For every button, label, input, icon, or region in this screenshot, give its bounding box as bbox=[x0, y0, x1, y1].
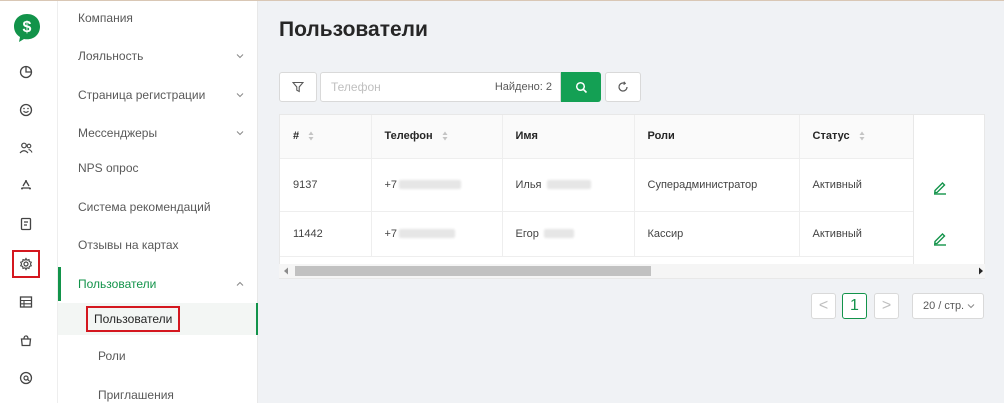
table-icon[interactable] bbox=[17, 293, 35, 311]
cell-status: Активный bbox=[799, 158, 914, 212]
cell-phone: +7 bbox=[371, 211, 503, 257]
table-row: 9137 +7 Илья Суперадминистратор Активный bbox=[280, 158, 914, 212]
filter-button[interactable] bbox=[279, 72, 317, 102]
next-page-button[interactable]: > bbox=[874, 293, 899, 319]
column-header-phone[interactable]: Телефон bbox=[371, 115, 503, 159]
gear-icon[interactable] bbox=[12, 250, 40, 278]
redacted-surname bbox=[543, 229, 574, 239]
menu-item-label: Система рекомендаций bbox=[78, 200, 211, 214]
column-header-id[interactable]: # bbox=[280, 115, 372, 159]
submenu-item-label: Роли bbox=[98, 349, 126, 363]
reset-button[interactable] bbox=[605, 72, 641, 102]
edit-icon[interactable] bbox=[932, 230, 948, 246]
cell-role: Суперадминистратор bbox=[634, 158, 800, 212]
filter-icon bbox=[292, 81, 304, 93]
menu-item-label: NPS опрос bbox=[78, 161, 139, 175]
menu-item-messengers[interactable]: Мессенджеры bbox=[58, 116, 258, 150]
at-icon[interactable] bbox=[17, 369, 35, 387]
cell-name: Егор bbox=[502, 211, 635, 257]
phone-search-box: Найдено: 2 bbox=[320, 72, 561, 102]
cell-phone: +7 bbox=[371, 158, 503, 212]
chevron-down-icon bbox=[236, 131, 244, 136]
search-icon bbox=[575, 81, 587, 93]
scrollbar-thumb[interactable] bbox=[295, 266, 651, 276]
menu-item-loyalty[interactable]: Лояльность bbox=[58, 39, 258, 73]
submenu-item-label: Пользователи bbox=[86, 306, 181, 332]
recycle-icon[interactable] bbox=[17, 177, 35, 195]
main-content: Пользователи Найдено: 2 # Телефон Имя bbox=[258, 1, 1004, 403]
page-size-select[interactable]: 20 / стр. bbox=[912, 293, 984, 319]
scroll-right-icon[interactable] bbox=[978, 267, 984, 275]
users-table: # Телефон Имя Роли Статус 9137 +7 Илья С… bbox=[279, 114, 985, 279]
table-row: 11442 +7 Егор Кассир Активный bbox=[280, 211, 914, 257]
menu-item-label: Пользователи bbox=[78, 277, 157, 291]
redacted-surname bbox=[546, 180, 591, 190]
sort-icon bbox=[308, 131, 314, 141]
horizontal-scrollbar[interactable] bbox=[279, 264, 985, 278]
cell-id: 11442 bbox=[280, 211, 372, 257]
submenu-item-users[interactable]: Пользователи bbox=[58, 303, 258, 335]
menu-item-users[interactable]: Пользователи bbox=[58, 267, 258, 301]
sort-icon bbox=[859, 131, 865, 141]
chevron-up-icon bbox=[236, 281, 244, 286]
menu-item-label: Отзывы на картах bbox=[78, 238, 179, 252]
bag-icon[interactable] bbox=[17, 331, 35, 349]
cell-name: Илья bbox=[502, 158, 635, 212]
submenu-item-invitations[interactable]: Приглашения bbox=[58, 379, 258, 403]
sort-icon bbox=[442, 131, 448, 141]
chevron-down-icon bbox=[236, 54, 244, 59]
column-header-name: Имя bbox=[502, 115, 635, 159]
chart-pie-icon[interactable] bbox=[17, 63, 35, 81]
actions-column bbox=[913, 115, 985, 278]
cell-role: Кассир bbox=[634, 211, 800, 257]
table-header-row: # Телефон Имя Роли Статус bbox=[280, 115, 914, 159]
cell-id: 9137 bbox=[280, 158, 372, 212]
edit-icon[interactable] bbox=[932, 179, 948, 195]
chevron-down-icon bbox=[967, 304, 975, 309]
app-logo[interactable]: $ bbox=[13, 13, 41, 43]
page-size-value: 20 / стр. bbox=[923, 300, 965, 312]
submenu-item-label: Приглашения bbox=[98, 388, 174, 402]
scroll-left-icon[interactable] bbox=[283, 267, 289, 275]
menu-item-recommendations[interactable]: Система рекомендаций bbox=[58, 190, 258, 224]
column-header-roles: Роли bbox=[634, 115, 800, 159]
menu-item-label: Страница регистрации bbox=[78, 88, 206, 102]
svg-text:$: $ bbox=[23, 19, 32, 36]
redacted-phone bbox=[399, 180, 462, 190]
sidebar-menu: Компания Лояльность Страница регистрации… bbox=[58, 1, 258, 403]
cell-status: Активный bbox=[799, 211, 914, 257]
users-icon[interactable] bbox=[17, 139, 35, 157]
menu-item-label: Компания bbox=[78, 11, 133, 25]
redacted-phone bbox=[399, 229, 456, 239]
found-count: Найдено: 2 bbox=[494, 81, 552, 93]
phone-search-input[interactable] bbox=[321, 80, 481, 94]
icon-rail: $ bbox=[0, 1, 58, 403]
page-1-button[interactable]: 1 bbox=[842, 293, 867, 319]
menu-item-label: Мессенджеры bbox=[78, 126, 158, 140]
chevron-down-icon bbox=[236, 93, 244, 98]
menu-item-company[interactable]: Компания bbox=[58, 1, 258, 35]
receipt-icon[interactable] bbox=[17, 215, 35, 233]
smile-icon[interactable] bbox=[17, 101, 35, 119]
page-title: Пользователи bbox=[279, 18, 428, 41]
menu-item-label: Лояльность bbox=[78, 49, 144, 63]
menu-item-map-reviews[interactable]: Отзывы на картах bbox=[58, 228, 258, 262]
column-header-status[interactable]: Статус bbox=[799, 115, 914, 159]
menu-item-nps[interactable]: NPS опрос bbox=[58, 151, 258, 185]
refresh-icon bbox=[618, 81, 628, 92]
menu-item-registration-page[interactable]: Страница регистрации bbox=[58, 78, 258, 112]
search-button[interactable] bbox=[561, 72, 601, 102]
submenu-item-roles[interactable]: Роли bbox=[58, 340, 258, 372]
prev-page-button[interactable]: < bbox=[811, 293, 836, 319]
